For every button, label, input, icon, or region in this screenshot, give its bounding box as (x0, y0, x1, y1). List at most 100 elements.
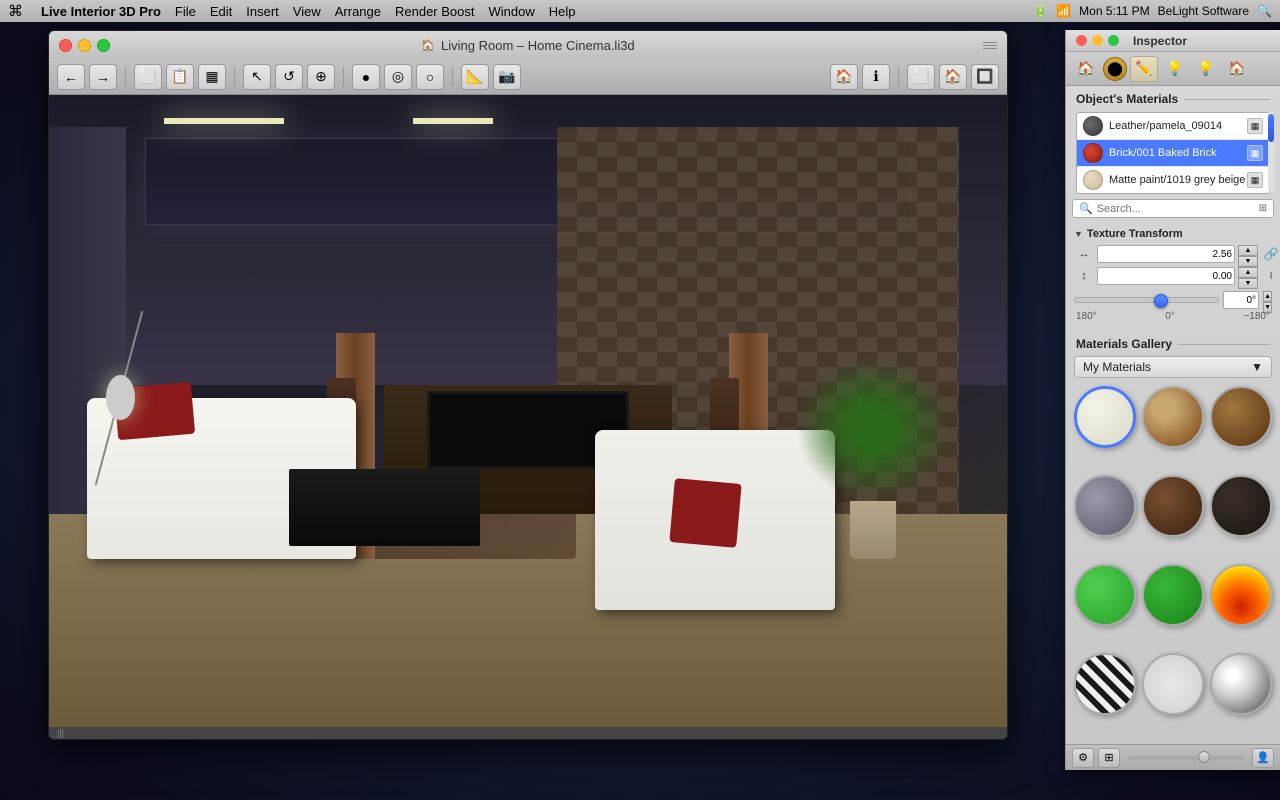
minimize-button[interactable] (78, 39, 91, 52)
material-edit-icon-leather[interactable]: ▦ (1247, 118, 1263, 134)
view-exterior-button[interactable]: 🔲 (971, 64, 999, 90)
grid-view-icon[interactable]: ⊞ (1259, 203, 1267, 214)
3d-view-button[interactable]: 📋 (166, 64, 194, 90)
edit-menu[interactable]: Edit (210, 4, 232, 19)
texture-scale-row: ↔ ▲ ▼ 🔗 ▲ ▼ (1066, 243, 1280, 265)
gallery-item-chrome[interactable] (1210, 653, 1272, 715)
navigate-3d-button[interactable]: 🏠 (830, 64, 858, 90)
close-button[interactable] (59, 39, 72, 52)
scale-x-up[interactable]: ▲ (1238, 245, 1258, 256)
offset-x-up[interactable]: ▲ (1238, 267, 1258, 278)
scale-x-stepper[interactable]: ▲ ▼ (1238, 245, 1258, 263)
window-menu[interactable]: Window (489, 4, 535, 19)
arrange-menu[interactable]: Arrange (335, 4, 381, 19)
angle-slider-row: ▲ ▼ (1074, 291, 1272, 309)
move-tool[interactable]: ⊕ (307, 64, 335, 90)
gallery-item-wood3[interactable] (1142, 475, 1204, 537)
grid-view-button[interactable]: ⊞ (1098, 748, 1120, 768)
add-material-button[interactable]: ⚙ (1072, 748, 1094, 768)
window-resize-handle[interactable] (983, 40, 997, 50)
inspector-maximize[interactable] (1108, 35, 1119, 46)
gallery-item-green2[interactable] (1142, 564, 1204, 626)
render-mode-button[interactable]: ○ (416, 64, 444, 90)
view-2d-button[interactable]: ⬜ (907, 64, 935, 90)
inspector-icon-object[interactable]: 🏠 (1072, 56, 1100, 82)
gallery-item-spots[interactable] (1142, 653, 1204, 715)
inspector-minimize[interactable] (1092, 35, 1103, 46)
person-view-button[interactable]: 👤 (1252, 748, 1274, 768)
gallery-item-stone1[interactable] (1074, 475, 1136, 537)
offset-y-label: I (1261, 271, 1280, 282)
gallery-item-fire[interactable] (1210, 564, 1272, 626)
render-boost-menu[interactable]: Render Boost (395, 4, 475, 19)
window-titlebar: 🏠 Living Room – Home Cinema.li3d (49, 31, 1007, 59)
info-button[interactable]: ℹ (862, 64, 890, 90)
nav-forward-button[interactable]: → (89, 64, 117, 90)
angle-labels: 180° 0° −180° (1074, 311, 1272, 322)
material-edit-icon-brick[interactable]: ▦ (1247, 145, 1263, 161)
zoom-slider-thumb[interactable] (1198, 751, 1210, 763)
gallery-item-green1[interactable] (1074, 564, 1136, 626)
battery-icon: 🔋 (1033, 4, 1048, 18)
toolbar: ← → ⬜ 📋 ▦ ↖ ↺ ⊕ ● ◎ ○ 📐 📷 🏠 ℹ ⬜ 🏠 🔲 (49, 59, 1007, 95)
window-title: 🏠 Living Room – Home Cinema.li3d (421, 38, 634, 53)
viewport-scrollbar[interactable]: ||| (49, 727, 1007, 739)
inspector-close[interactable] (1076, 35, 1087, 46)
nav-back-button[interactable]: ← (57, 64, 85, 90)
gallery-item-wood1[interactable] (1142, 386, 1204, 448)
material-swatch-leather (1083, 116, 1103, 136)
offset-x-stepper[interactable]: ▲ ▼ (1238, 267, 1258, 285)
materials-scrollbar-thumb[interactable] (1268, 114, 1274, 142)
angle-stepper[interactable]: ▲ ▼ (1263, 291, 1272, 309)
offset-x-down[interactable]: ▼ (1238, 278, 1258, 289)
zoom-slider-track[interactable] (1128, 756, 1244, 760)
angle-value-input[interactable] (1223, 291, 1259, 309)
select-tool[interactable]: ↖ (243, 64, 271, 90)
render-ring-button[interactable]: ◎ (384, 64, 412, 90)
chain-link-icon[interactable]: 🔗 (1261, 247, 1280, 261)
3d-scene[interactable] (49, 95, 1007, 739)
search-icon-menu[interactable]: 🔍 (1257, 4, 1272, 18)
inspector-icon-material[interactable]: ⬤ (1103, 57, 1127, 81)
angle-slider-track[interactable] (1074, 297, 1219, 303)
offset-x-input[interactable] (1097, 267, 1235, 285)
material-edit-icon-matte[interactable]: ▦ (1247, 172, 1263, 188)
gallery-item-wood2[interactable] (1210, 386, 1272, 448)
gallery-divider (1178, 344, 1270, 345)
material-search-input[interactable] (1097, 203, 1255, 215)
render-sphere-button[interactable]: ● (352, 64, 380, 90)
material-item-matte[interactable]: Matte paint/1019 grey beige ▦ (1077, 167, 1269, 193)
inspector-icon-texture[interactable]: ✏️ (1130, 56, 1158, 82)
screenshot-button[interactable]: 📷 (493, 64, 521, 90)
inspector-icon-house[interactable]: 🏠 (1223, 56, 1251, 82)
help-menu[interactable]: Help (549, 4, 576, 19)
inspector-icon-room[interactable]: 💡 (1192, 56, 1220, 82)
maximize-button[interactable] (97, 39, 110, 52)
floor-plan-button[interactable]: ⬜ (134, 64, 162, 90)
insert-menu[interactable]: Insert (246, 4, 279, 19)
view-menu[interactable]: View (293, 4, 321, 19)
apple-menu[interactable]: ⌘ (8, 2, 23, 20)
gallery-item-white[interactable] (1074, 386, 1136, 448)
app-name[interactable]: Live Interior 3D Pro (41, 4, 161, 19)
view-3d-button[interactable]: 🏠 (939, 64, 967, 90)
camera-button[interactable]: 📐 (461, 64, 489, 90)
toolbar-sep-3 (343, 67, 344, 87)
angle-up[interactable]: ▲ (1263, 291, 1272, 302)
material-name-leather: Leather/pamela_09014 (1109, 120, 1222, 132)
render-view-button[interactable]: ▦ (198, 64, 226, 90)
gallery-item-dark[interactable] (1210, 475, 1272, 537)
gallery-dropdown[interactable]: My Materials ▼ (1074, 356, 1272, 378)
material-item-leather[interactable]: Leather/pamela_09014 ▦ (1077, 113, 1269, 140)
texture-expand-icon[interactable]: ▼ (1074, 229, 1083, 239)
inspector-icon-lighting[interactable]: 💡 (1161, 56, 1189, 82)
material-item-brick[interactable]: Brick/001 Baked Brick ▦ (1077, 140, 1269, 167)
rotate-tool[interactable]: ↺ (275, 64, 303, 90)
scale-x-down[interactable]: ▼ (1238, 256, 1258, 267)
angle-slider-thumb[interactable] (1154, 294, 1168, 308)
file-menu[interactable]: File (175, 4, 196, 19)
scale-x-input[interactable] (1097, 245, 1235, 263)
gallery-item-zebra[interactable] (1074, 653, 1136, 715)
gallery-title: Materials Gallery (1076, 337, 1172, 351)
viewport[interactable]: ||| (49, 95, 1007, 739)
